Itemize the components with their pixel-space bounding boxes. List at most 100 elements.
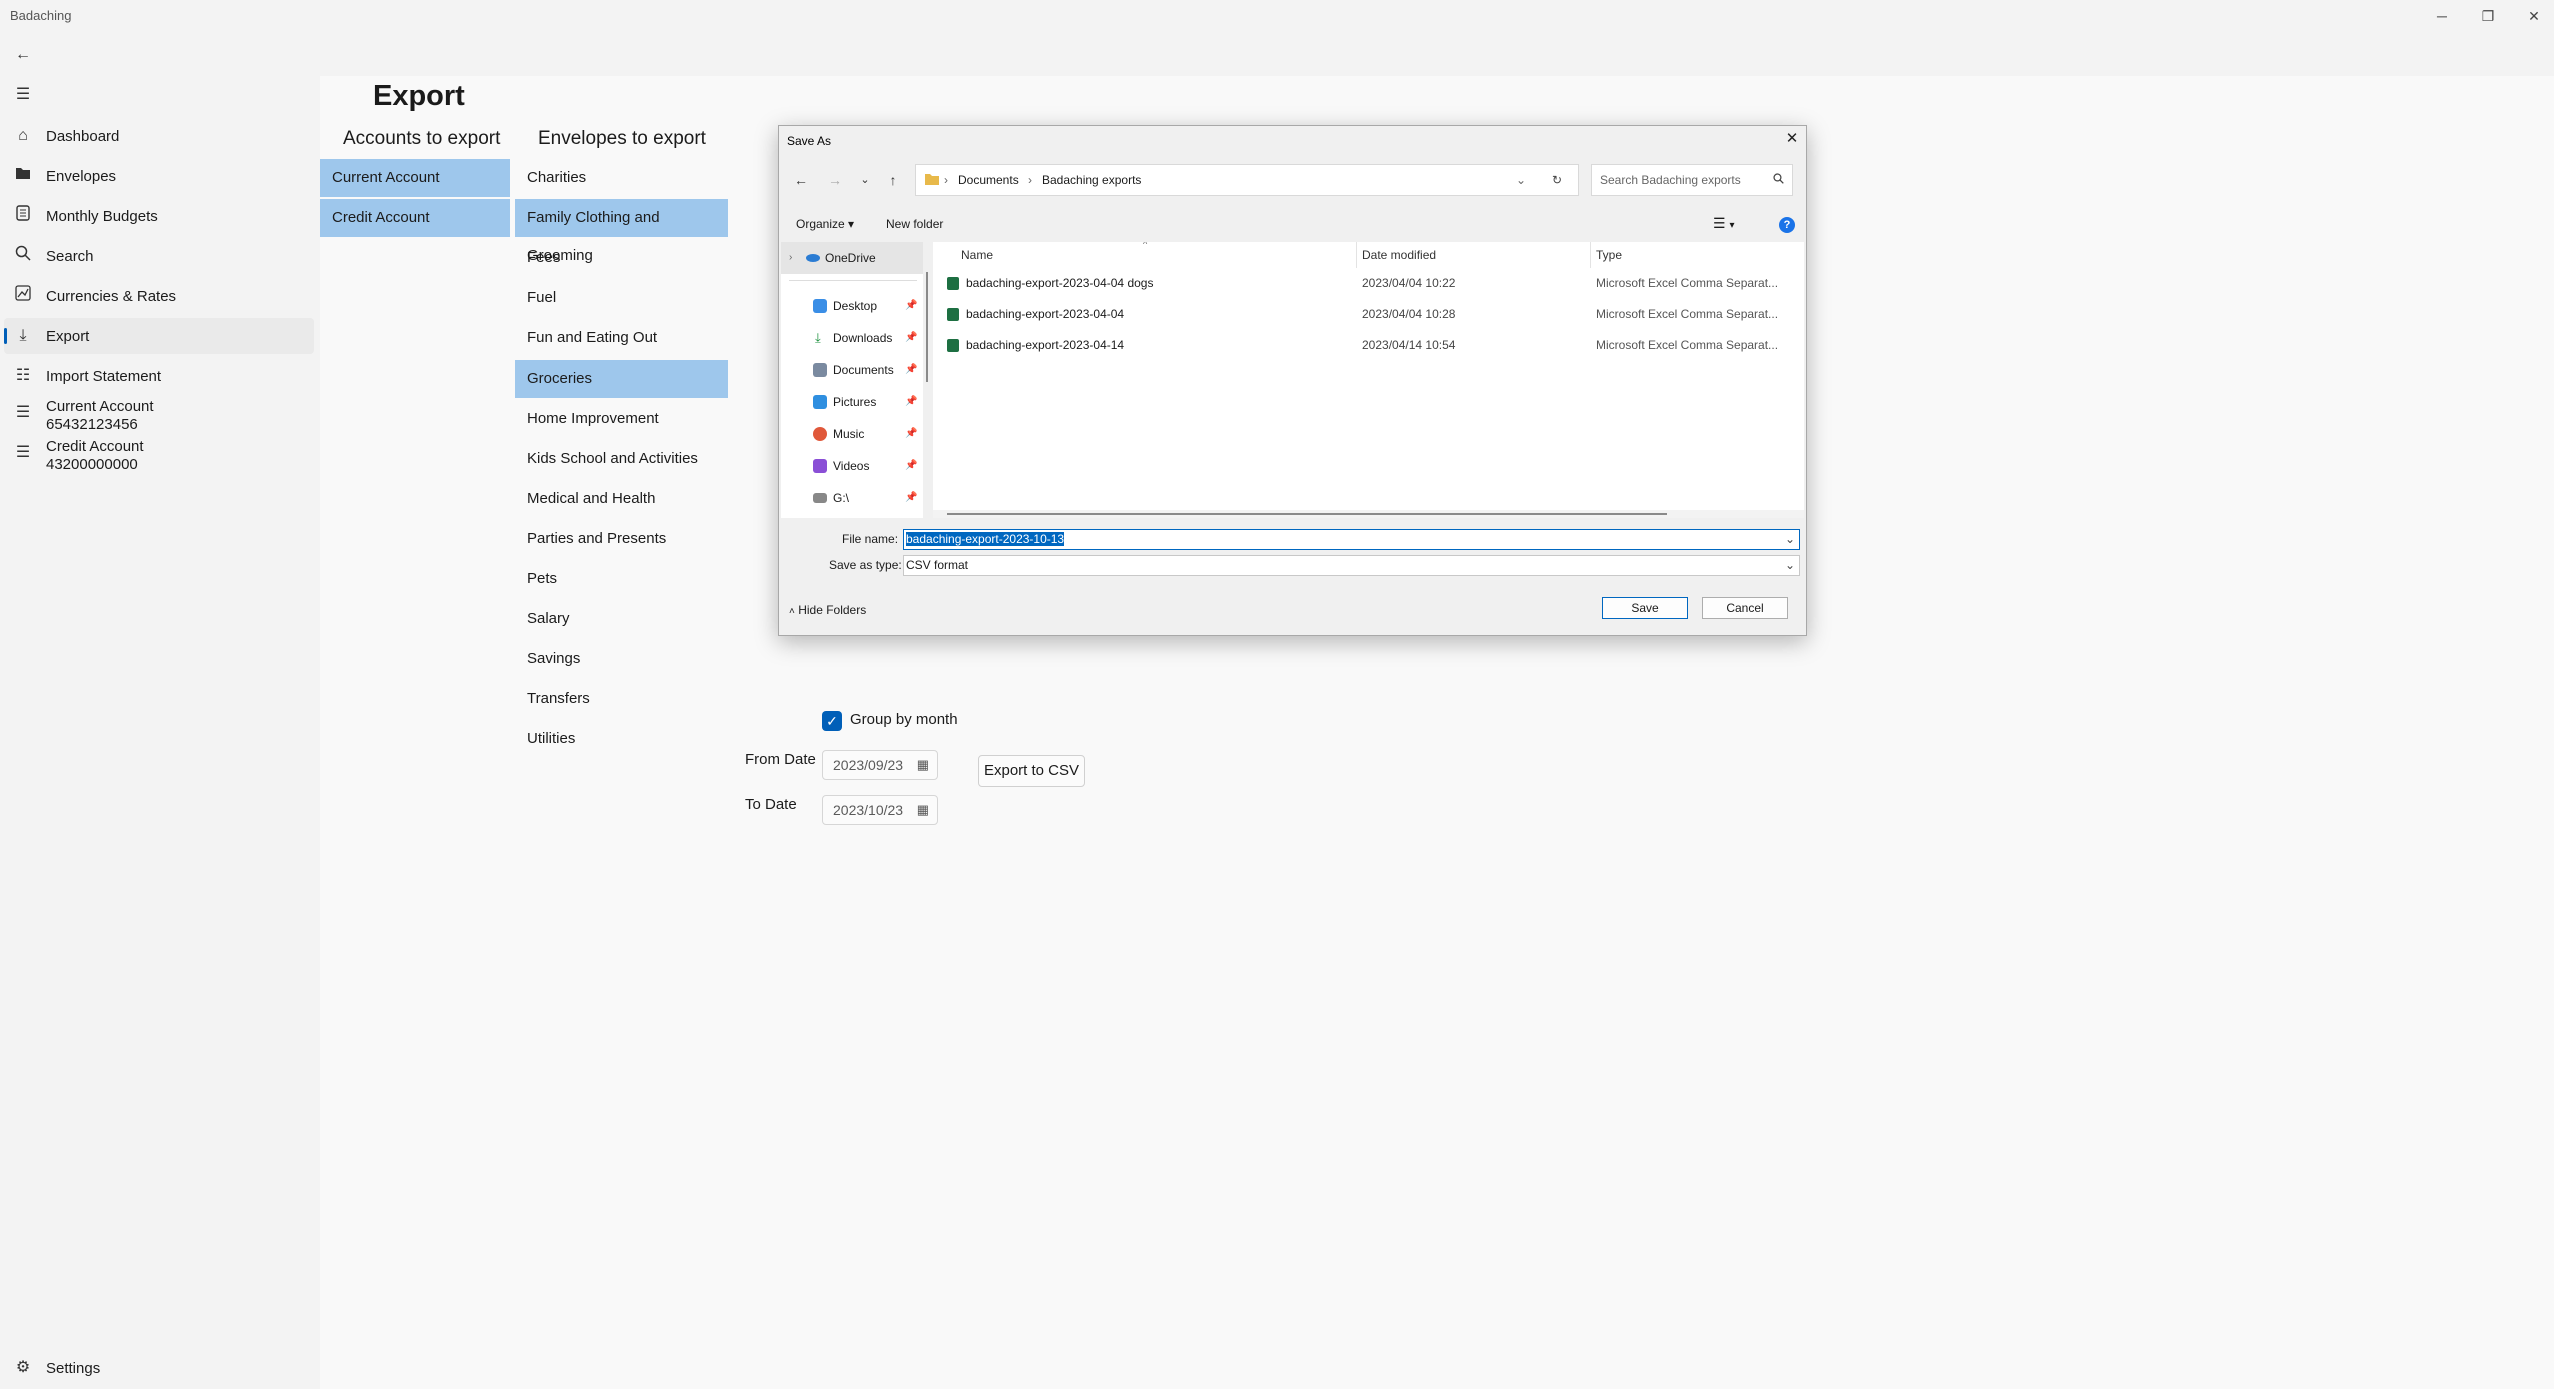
envelope-item[interactable]: Fun and Eating Out	[515, 319, 728, 357]
address-dropdown-icon[interactable]: ⌄	[1516, 173, 1526, 187]
refresh-icon[interactable]: ↻	[1552, 173, 1562, 187]
column-divider[interactable]	[1590, 242, 1591, 268]
nav-item-music[interactable]: Music 📌	[781, 418, 924, 450]
up-folder-button[interactable]: ↑	[881, 168, 905, 192]
envelope-item[interactable]: Transfers	[515, 680, 728, 718]
forward-nav-button[interactable]: →	[823, 168, 847, 192]
column-header-type[interactable]: Type	[1596, 248, 1622, 262]
column-header-date[interactable]: Date modified	[1362, 248, 1436, 262]
hide-folders-button[interactable]: ˄ Hide Folders	[789, 603, 866, 617]
sidebar-item-dashboard[interactable]: ⌂ Dashboard	[0, 118, 314, 154]
help-button[interactable]: ?	[1779, 217, 1795, 233]
import-icon: ☷	[15, 367, 31, 384]
save-as-type-select[interactable]: CSV format ⌄	[903, 555, 1800, 576]
cancel-button[interactable]: Cancel	[1702, 597, 1788, 619]
nav-scrollbar[interactable]	[923, 242, 931, 518]
sidebar-item-current-account[interactable]: ☰ Current Account 65432123456	[0, 396, 314, 434]
save-as-type-value: CSV format	[906, 558, 969, 572]
sidebar-item-label: Export	[46, 328, 90, 345]
horizontal-scrollbar[interactable]	[933, 510, 1804, 518]
sidebar-item-search[interactable]: Search	[0, 238, 314, 274]
column-divider[interactable]	[1356, 242, 1357, 268]
envelope-item[interactable]: Salary	[515, 600, 728, 638]
from-date-picker[interactable]: 2023/09/23 ▦	[822, 750, 938, 780]
download-icon: ⤓	[815, 330, 821, 345]
pin-icon: 📌	[905, 492, 918, 503]
export-to-csv-button[interactable]: Export to CSV	[978, 755, 1085, 787]
nav-item-videos[interactable]: Videos 📌	[781, 450, 924, 482]
envelope-item[interactable]: Home Improvement	[515, 400, 728, 438]
close-window-button[interactable]: ✕	[2511, 0, 2554, 32]
envelope-item[interactable]: Parties and Presents	[515, 520, 728, 558]
pin-icon: 📌	[905, 364, 918, 375]
envelope-item[interactable]: Fuel	[515, 279, 728, 317]
address-bar[interactable]: › Documents › Badaching exports ⌄ ↻	[915, 164, 1579, 196]
nav-item-label: Desktop	[833, 299, 878, 313]
envelope-item[interactable]: Family Clothing and Grooming	[515, 199, 728, 264]
back-button[interactable]: ←	[12, 44, 34, 66]
breadcrumb-documents[interactable]: Documents	[958, 173, 1019, 187]
list-icon: ☰	[15, 404, 31, 421]
account-item[interactable]: Credit Account	[320, 199, 510, 237]
sidebar-item-settings[interactable]: ⚙ Settings	[0, 1350, 314, 1386]
search-input[interactable]: Search Badaching exports	[1591, 164, 1793, 196]
nav-scrollbar-thumb[interactable]	[926, 272, 928, 382]
sidebar-item-import-statement[interactable]: ☷ Import Statement	[0, 358, 314, 394]
envelope-item[interactable]: Utilities	[515, 720, 728, 758]
nav-item-documents[interactable]: Documents 📌	[781, 354, 924, 386]
nav-item-desktop[interactable]: Desktop 📌	[781, 290, 924, 322]
file-row[interactable]: badaching-export-2023-04-04 2023/04/04 10…	[933, 299, 1804, 330]
sidebar-item-export[interactable]: ⤓ Export	[0, 318, 314, 354]
file-row[interactable]: badaching-export-2023-04-04 dogs 2023/04/…	[933, 268, 1804, 299]
horizontal-scrollbar-thumb[interactable]	[947, 513, 1667, 515]
nav-item-onedrive[interactable]: › OneDrive	[781, 242, 924, 274]
chevron-up-icon: ˄	[789, 606, 795, 617]
envelope-item[interactable]: Groceries	[515, 359, 728, 398]
nav-item-g-drive[interactable]: G:\ 📌	[781, 482, 924, 514]
envelope-item[interactable]: Charities	[515, 159, 728, 197]
envelope-item[interactable]: Fees	[515, 239, 728, 277]
menu-button[interactable]: ☰	[12, 84, 34, 106]
back-nav-button[interactable]: ←	[789, 168, 813, 192]
envelope-item[interactable]: Pets	[515, 560, 728, 598]
dialog-close-button[interactable]: ✕	[1781, 128, 1803, 150]
back-arrow-icon: ←	[794, 172, 808, 188]
file-date: 2023/04/04 10:22	[1362, 276, 1456, 290]
view-options-button[interactable]: ☰ ▾	[1713, 215, 1734, 232]
minimize-button[interactable]: ─	[2419, 0, 2465, 32]
chevron-down-icon: ⌄	[860, 174, 870, 186]
new-folder-button[interactable]: New folder	[886, 217, 943, 231]
close-icon: ✕	[2528, 8, 2540, 24]
nav-item-pictures[interactable]: Pictures 📌	[781, 386, 924, 418]
hide-folders-label: Hide Folders	[798, 603, 867, 617]
envelopes-header: Envelopes to export	[538, 128, 706, 149]
sidebar-item-currencies[interactable]: Currencies & Rates	[0, 278, 314, 314]
restore-button[interactable]: ❐	[2465, 0, 2511, 32]
file-date: 2023/04/14 10:54	[1362, 338, 1456, 352]
group-by-month-checkbox[interactable]: ✓	[822, 711, 842, 731]
restore-icon: ❐	[2481, 8, 2495, 24]
chevron-down-icon: ⌄	[1784, 532, 1795, 546]
to-date-picker[interactable]: 2023/10/23 ▦	[822, 795, 938, 825]
sidebar-item-credit-account[interactable]: ☰ Credit Account 43200000000	[0, 436, 314, 474]
organize-button[interactable]: Organize ▾	[796, 217, 854, 231]
pin-icon: 📌	[905, 460, 918, 471]
breadcrumb-badaching-exports[interactable]: Badaching exports	[1042, 173, 1141, 187]
account-item[interactable]: Current Account	[320, 159, 510, 197]
recent-locations-button[interactable]: ⌄	[853, 168, 877, 192]
cloud-icon	[805, 242, 821, 274]
file-name: badaching-export-2023-04-04	[966, 307, 1125, 321]
sidebar-item-envelopes[interactable]: Envelopes	[0, 158, 314, 194]
file-row[interactable]: badaching-export-2023-04-14 2023/04/14 10…	[933, 330, 1804, 361]
column-header-name[interactable]: Name	[961, 248, 993, 262]
save-button[interactable]: Save	[1602, 597, 1688, 619]
nav-item-downloads[interactable]: ⤓ Downloads 📌	[781, 322, 924, 354]
drive-icon	[813, 493, 827, 503]
search-placeholder: Search Badaching exports	[1600, 173, 1741, 187]
envelope-item[interactable]: Medical and Health	[515, 480, 728, 518]
file-name-input[interactable]: badaching-export-2023-10-13 ⌄	[903, 529, 1800, 550]
envelope-item[interactable]: Kids School and Activities	[515, 440, 728, 478]
sidebar-item-label: Search	[46, 248, 94, 265]
envelope-item[interactable]: Savings	[515, 640, 728, 678]
sidebar-item-monthly-budgets[interactable]: Monthly Budgets	[0, 198, 314, 234]
